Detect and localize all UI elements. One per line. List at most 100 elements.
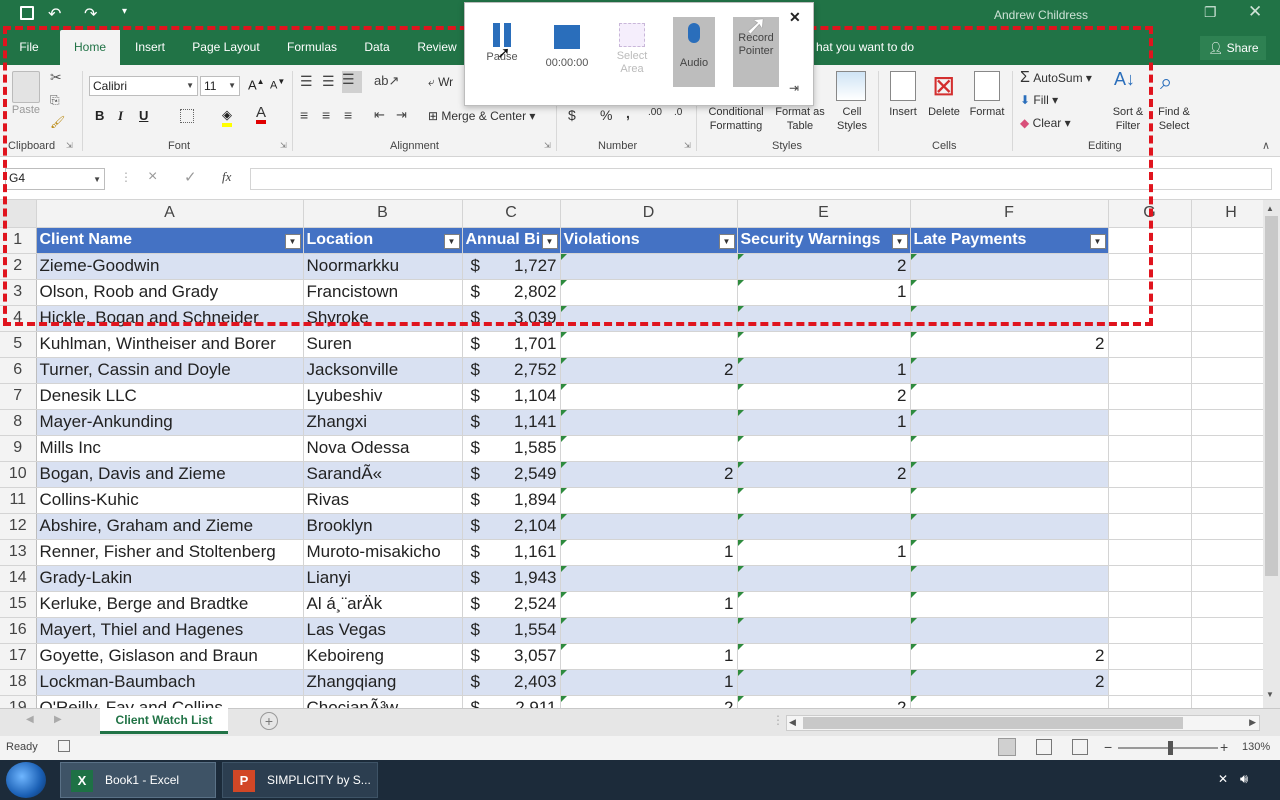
cell[interactable] — [1108, 591, 1192, 618]
cell[interactable] — [1108, 253, 1192, 280]
cell-security-warnings[interactable] — [737, 305, 911, 332]
cell-annual-billing[interactable]: $1,141 — [462, 409, 561, 436]
cell-client-name[interactable]: Mills Inc — [36, 435, 304, 462]
paste-button[interactable]: Paste — [8, 71, 44, 117]
cell-client-name[interactable]: Zieme-Goodwin — [36, 253, 304, 280]
decrease-font-icon[interactable]: A▼ — [270, 77, 285, 92]
cell-security-warnings[interactable] — [737, 513, 911, 540]
error-indicator-icon[interactable] — [737, 461, 744, 468]
decrease-indent-icon[interactable]: ⇤ — [374, 107, 385, 123]
save-icon[interactable] — [20, 6, 34, 20]
tab-page-layout[interactable]: Page Layout — [184, 30, 268, 65]
cell-annual-billing[interactable]: $1,585 — [462, 435, 561, 462]
tab-home[interactable]: Home — [60, 30, 120, 65]
error-indicator-icon[interactable] — [910, 539, 917, 546]
cell-location[interactable]: Suren — [303, 331, 463, 358]
decrease-decimal-icon[interactable]: .0 — [674, 107, 682, 118]
error-indicator-icon[interactable] — [560, 669, 567, 676]
stop-button[interactable]: 00:00:00 — [543, 17, 591, 87]
row-header[interactable]: 5 — [0, 331, 37, 358]
bold-button[interactable]: B — [95, 108, 104, 123]
error-indicator-icon[interactable] — [910, 383, 917, 390]
cell-security-warnings[interactable] — [737, 435, 911, 462]
cell-security-warnings[interactable] — [737, 565, 911, 592]
cell-late-payments[interactable] — [910, 487, 1109, 514]
cell-annual-billing[interactable]: $2,911 — [462, 695, 561, 708]
format-as-table-button[interactable]: Format as Table — [772, 105, 828, 133]
column-header-f[interactable]: F — [910, 200, 1109, 228]
wrap-text-button[interactable]: ⤶ Wr — [428, 75, 453, 90]
cell-late-payments[interactable] — [910, 565, 1109, 592]
cell[interactable] — [1191, 643, 1272, 670]
cell[interactable] — [1108, 357, 1192, 384]
orientation-icon[interactable]: ab↗ — [374, 73, 399, 89]
error-indicator-icon[interactable] — [737, 591, 744, 598]
audio-toggle[interactable]: Audio — [673, 17, 715, 87]
cell-client-name[interactable]: O'Reilly, Fay and Collins — [36, 695, 304, 708]
fill-color-icon[interactable]: ◈ — [222, 107, 232, 127]
cell-location[interactable]: Keboireng — [303, 643, 463, 670]
font-size-combo[interactable]: 11 ▼ — [200, 76, 240, 96]
cell-annual-billing[interactable]: $1,161 — [462, 539, 561, 566]
cell-late-payments[interactable]: 2 — [910, 643, 1109, 670]
action-center-icon[interactable]: ✕ — [1218, 772, 1228, 786]
row-header[interactable]: 9 — [0, 435, 37, 462]
number-launcher-icon[interactable]: ⇲ — [684, 141, 691, 150]
row-header[interactable]: 17 — [0, 643, 37, 670]
column-header-b[interactable]: B — [303, 200, 463, 228]
error-indicator-icon[interactable] — [737, 617, 744, 624]
cell-late-payments[interactable] — [910, 513, 1109, 540]
cell[interactable] — [1191, 591, 1272, 618]
row-header[interactable]: 1 — [0, 227, 37, 254]
error-indicator-icon[interactable] — [737, 643, 744, 650]
cell-annual-billing[interactable]: $3,039 — [462, 305, 561, 332]
cell[interactable] — [1108, 487, 1192, 514]
normal-view-icon[interactable] — [998, 738, 1016, 756]
formula-input[interactable] — [250, 168, 1272, 190]
clipboard-launcher-icon[interactable]: ⇲ — [66, 141, 73, 150]
error-indicator-icon[interactable] — [560, 331, 567, 338]
cell-location[interactable]: Rivas — [303, 487, 463, 514]
cell[interactable] — [1108, 539, 1192, 566]
cell-client-name[interactable]: Kerluke, Berge and Bradtke — [36, 591, 304, 618]
cell-violations[interactable] — [560, 617, 738, 644]
cell-security-warnings[interactable] — [737, 669, 911, 696]
error-indicator-icon[interactable] — [737, 409, 744, 416]
cell[interactable] — [1108, 695, 1192, 708]
error-indicator-icon[interactable] — [737, 279, 744, 286]
cell-late-payments[interactable] — [910, 617, 1109, 644]
autosum-button[interactable]: Σ AutoSum ▾ — [1020, 69, 1092, 87]
error-indicator-icon[interactable] — [910, 513, 917, 520]
cell-annual-billing[interactable]: $2,403 — [462, 669, 561, 696]
cell[interactable] — [1191, 409, 1272, 436]
cell[interactable] — [1191, 435, 1272, 462]
cell-location[interactable]: Noormarkku — [303, 253, 463, 280]
cell-location[interactable]: Muroto-misakicho — [303, 539, 463, 566]
tab-formulas[interactable]: Formulas — [278, 30, 346, 65]
name-box[interactable]: G4 ▼ — [5, 168, 105, 190]
share-button[interactable]: 👤︎ Share — [1200, 36, 1266, 60]
cell-annual-billing[interactable]: $2,549 — [462, 461, 561, 488]
row-header[interactable]: 18 — [0, 669, 37, 696]
cell[interactable] — [1191, 305, 1272, 332]
error-indicator-icon[interactable] — [737, 253, 744, 260]
start-button[interactable] — [6, 762, 46, 798]
error-indicator-icon[interactable] — [910, 487, 917, 494]
align-left-icon[interactable]: ≡ — [300, 107, 308, 123]
cell[interactable] — [1108, 643, 1192, 670]
column-header-h[interactable]: H — [1191, 200, 1272, 228]
tab-file[interactable]: File — [8, 30, 50, 65]
pin-icon[interactable]: ⇥ — [789, 81, 799, 95]
filter-dropdown-icon[interactable]: ▼ — [1089, 233, 1106, 249]
row-header[interactable]: 19 — [0, 695, 37, 708]
column-header-c[interactable]: C — [462, 200, 561, 228]
insert-button[interactable]: Insert — [882, 105, 924, 119]
find-select-button[interactable]: Find & Select — [1150, 105, 1198, 133]
cell-annual-billing[interactable]: $2,802 — [462, 279, 561, 306]
cell-late-payments[interactable] — [910, 461, 1109, 488]
error-indicator-icon[interactable] — [560, 409, 567, 416]
cell-violations[interactable]: 2 — [560, 695, 738, 708]
cell[interactable] — [1191, 669, 1272, 696]
cell[interactable] — [1108, 617, 1192, 644]
cut-icon[interactable]: ✂ — [50, 69, 62, 86]
